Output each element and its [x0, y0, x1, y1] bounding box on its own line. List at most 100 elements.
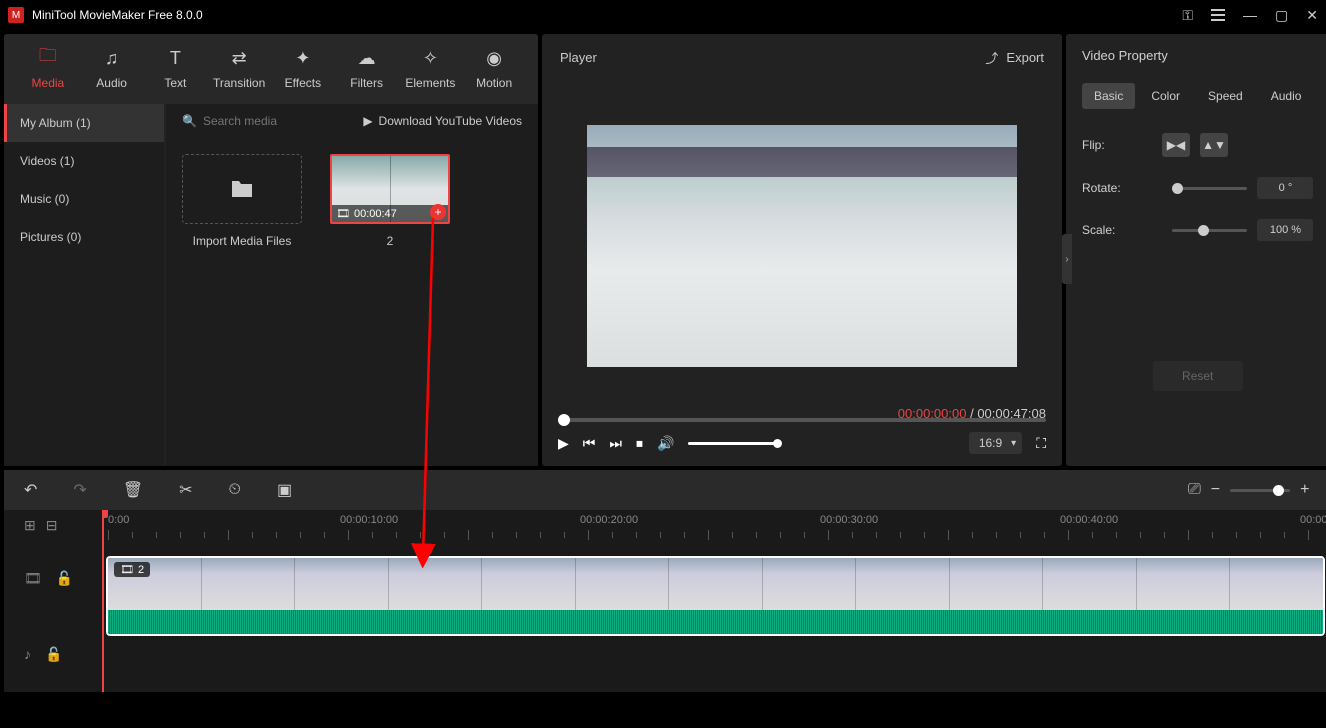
property-title: Video Property	[1082, 48, 1313, 63]
search-input[interactable]	[203, 114, 323, 128]
tab-elements[interactable]: ✧ Elements	[401, 42, 461, 96]
playhead[interactable]	[102, 510, 104, 692]
tab-effects-label: Effects	[285, 76, 321, 90]
app-logo-icon: M	[8, 7, 24, 23]
download-youtube-label: Download YouTube Videos	[379, 114, 522, 128]
transition-icon: ⇄	[229, 48, 249, 68]
rotate-label: Rotate:	[1082, 181, 1162, 195]
timeline-ruler[interactable]: 0:0000:00:10:0000:00:20:0000:00:30:0000:…	[102, 510, 1326, 550]
export-label: Export	[1006, 50, 1044, 65]
tab-audio[interactable]: ♫ Audio	[82, 42, 142, 96]
undo-button[interactable]: ↶	[24, 480, 37, 500]
elements-icon: ✧	[420, 48, 440, 68]
zoom-slider[interactable]	[1230, 489, 1290, 492]
clip-duration: 00:00:47	[354, 208, 397, 220]
split-button[interactable]: ✂	[179, 480, 192, 500]
volume-icon[interactable]: 🔊	[657, 435, 674, 452]
rotate-slider[interactable]	[1172, 187, 1247, 190]
add-clip-button[interactable]: +	[430, 204, 446, 220]
tab-media-label: Media	[32, 76, 65, 90]
next-frame-button[interactable]: ⏭	[609, 435, 622, 452]
folder-icon	[230, 179, 254, 199]
reset-button[interactable]: Reset	[1153, 361, 1243, 391]
film-icon: 🎞	[336, 207, 350, 220]
app-title: MiniTool MovieMaker Free 8.0.0	[32, 8, 203, 22]
music-icon: ♫	[102, 48, 122, 68]
tab-filters-label: Filters	[350, 76, 383, 90]
minimize-button[interactable]: —	[1243, 7, 1257, 23]
export-button[interactable]: ⤴ Export	[985, 48, 1044, 67]
remove-track-button[interactable]: ⊟	[46, 517, 58, 534]
prop-tab-basic[interactable]: Basic	[1082, 83, 1135, 109]
tab-media[interactable]: 🗀 Media	[18, 42, 78, 96]
sidebar-item-album[interactable]: My Album (1)	[4, 104, 164, 142]
player-panel: Player ⤴ Export 00:00:00:00 / 00:00:47:0…	[542, 34, 1062, 466]
rotate-value: 0 °	[1257, 177, 1313, 199]
flip-label: Flip:	[1082, 138, 1162, 152]
zoom-in-button[interactable]: +	[1300, 481, 1309, 499]
clip-name-label: 2	[387, 234, 394, 248]
scale-label: Scale:	[1082, 223, 1162, 237]
media-clip-thumbnail[interactable]: 🎞 00:00:47 +	[330, 154, 450, 224]
stop-button[interactable]: ⏹	[636, 435, 643, 452]
panel-collapse-handle[interactable]: ›	[1062, 234, 1072, 284]
tab-text[interactable]: T Text	[146, 42, 206, 96]
sidebar-item-pictures[interactable]: Pictures (0)	[4, 218, 164, 256]
tab-motion[interactable]: ◉ Motion	[464, 42, 524, 96]
export-icon: ⤴	[985, 48, 998, 67]
playback-scrubber[interactable]	[558, 418, 1046, 422]
film-icon: 🎞	[120, 563, 134, 576]
tab-effects[interactable]: ✦ Effects	[273, 42, 333, 96]
tab-motion-label: Motion	[476, 76, 512, 90]
volume-slider[interactable]	[688, 442, 778, 445]
lock-icon[interactable]: 🔓	[45, 646, 62, 663]
fit-timeline-button[interactable]: ⎚	[1188, 481, 1201, 499]
video-track-icon: 🎞	[24, 570, 42, 587]
audio-track-icon: ♪	[24, 646, 31, 662]
tab-transition[interactable]: ⇄ Transition	[209, 42, 269, 96]
audio-waveform	[108, 610, 1323, 634]
prop-tab-color[interactable]: Color	[1139, 83, 1192, 109]
tab-elements-label: Elements	[405, 76, 455, 90]
youtube-icon: ▶	[363, 114, 372, 128]
key-icon[interactable]: ⚿	[1182, 7, 1193, 24]
tab-filters[interactable]: ☁ Filters	[337, 42, 397, 96]
prop-tab-speed[interactable]: Speed	[1196, 83, 1255, 109]
maximize-button[interactable]: ▢	[1275, 7, 1288, 24]
delete-button[interactable]: 🗑	[123, 480, 143, 500]
aspect-ratio-dropdown[interactable]: 16:9	[969, 432, 1022, 454]
download-youtube-link[interactable]: ▶ Download YouTube Videos	[363, 114, 522, 128]
lock-icon[interactable]: 🔓	[56, 570, 73, 587]
sidebar-item-videos[interactable]: Videos (1)	[4, 142, 164, 180]
play-button[interactable]: ▶	[558, 435, 569, 452]
effects-icon: ✦	[293, 48, 313, 68]
prop-tab-audio[interactable]: Audio	[1259, 83, 1314, 109]
sidebar-item-music[interactable]: Music (0)	[4, 180, 164, 218]
search-icon: 🔍	[182, 114, 197, 128]
menu-button[interactable]	[1211, 9, 1225, 21]
video-track-clip[interactable]: 🎞2	[106, 556, 1325, 636]
redo-button[interactable]: ↷	[73, 480, 86, 500]
tab-transition-label: Transition	[213, 76, 265, 90]
library-sidebar: My Album (1) Videos (1) Music (0) Pictur…	[4, 104, 164, 466]
zoom-out-button[interactable]: −	[1211, 481, 1220, 499]
tab-text-label: Text	[164, 76, 186, 90]
import-media-button[interactable]	[182, 154, 302, 224]
fullscreen-button[interactable]: ⛶	[1036, 435, 1046, 452]
speed-button[interactable]: ⏲	[229, 481, 241, 499]
audio-track[interactable]	[102, 642, 1326, 692]
add-track-button[interactable]: ⊞	[24, 517, 36, 534]
scale-slider[interactable]	[1172, 229, 1247, 232]
video-property-panel: › Video Property Basic Color Speed Audio…	[1066, 34, 1326, 466]
crop-button[interactable]: ▣	[277, 480, 292, 500]
flip-horizontal-button[interactable]: ▶◀	[1162, 133, 1190, 157]
prev-frame-button[interactable]: ⏮	[583, 435, 596, 452]
filters-icon: ☁	[357, 48, 377, 68]
motion-icon: ◉	[484, 48, 504, 68]
text-icon: T	[165, 48, 185, 68]
clip-badge-label: 2	[138, 564, 144, 576]
scale-value: 100 %	[1257, 219, 1313, 241]
close-button[interactable]: ✕	[1306, 7, 1318, 24]
import-media-label: Import Media Files	[193, 234, 292, 248]
flip-vertical-button[interactable]: ▲▼	[1200, 133, 1228, 157]
